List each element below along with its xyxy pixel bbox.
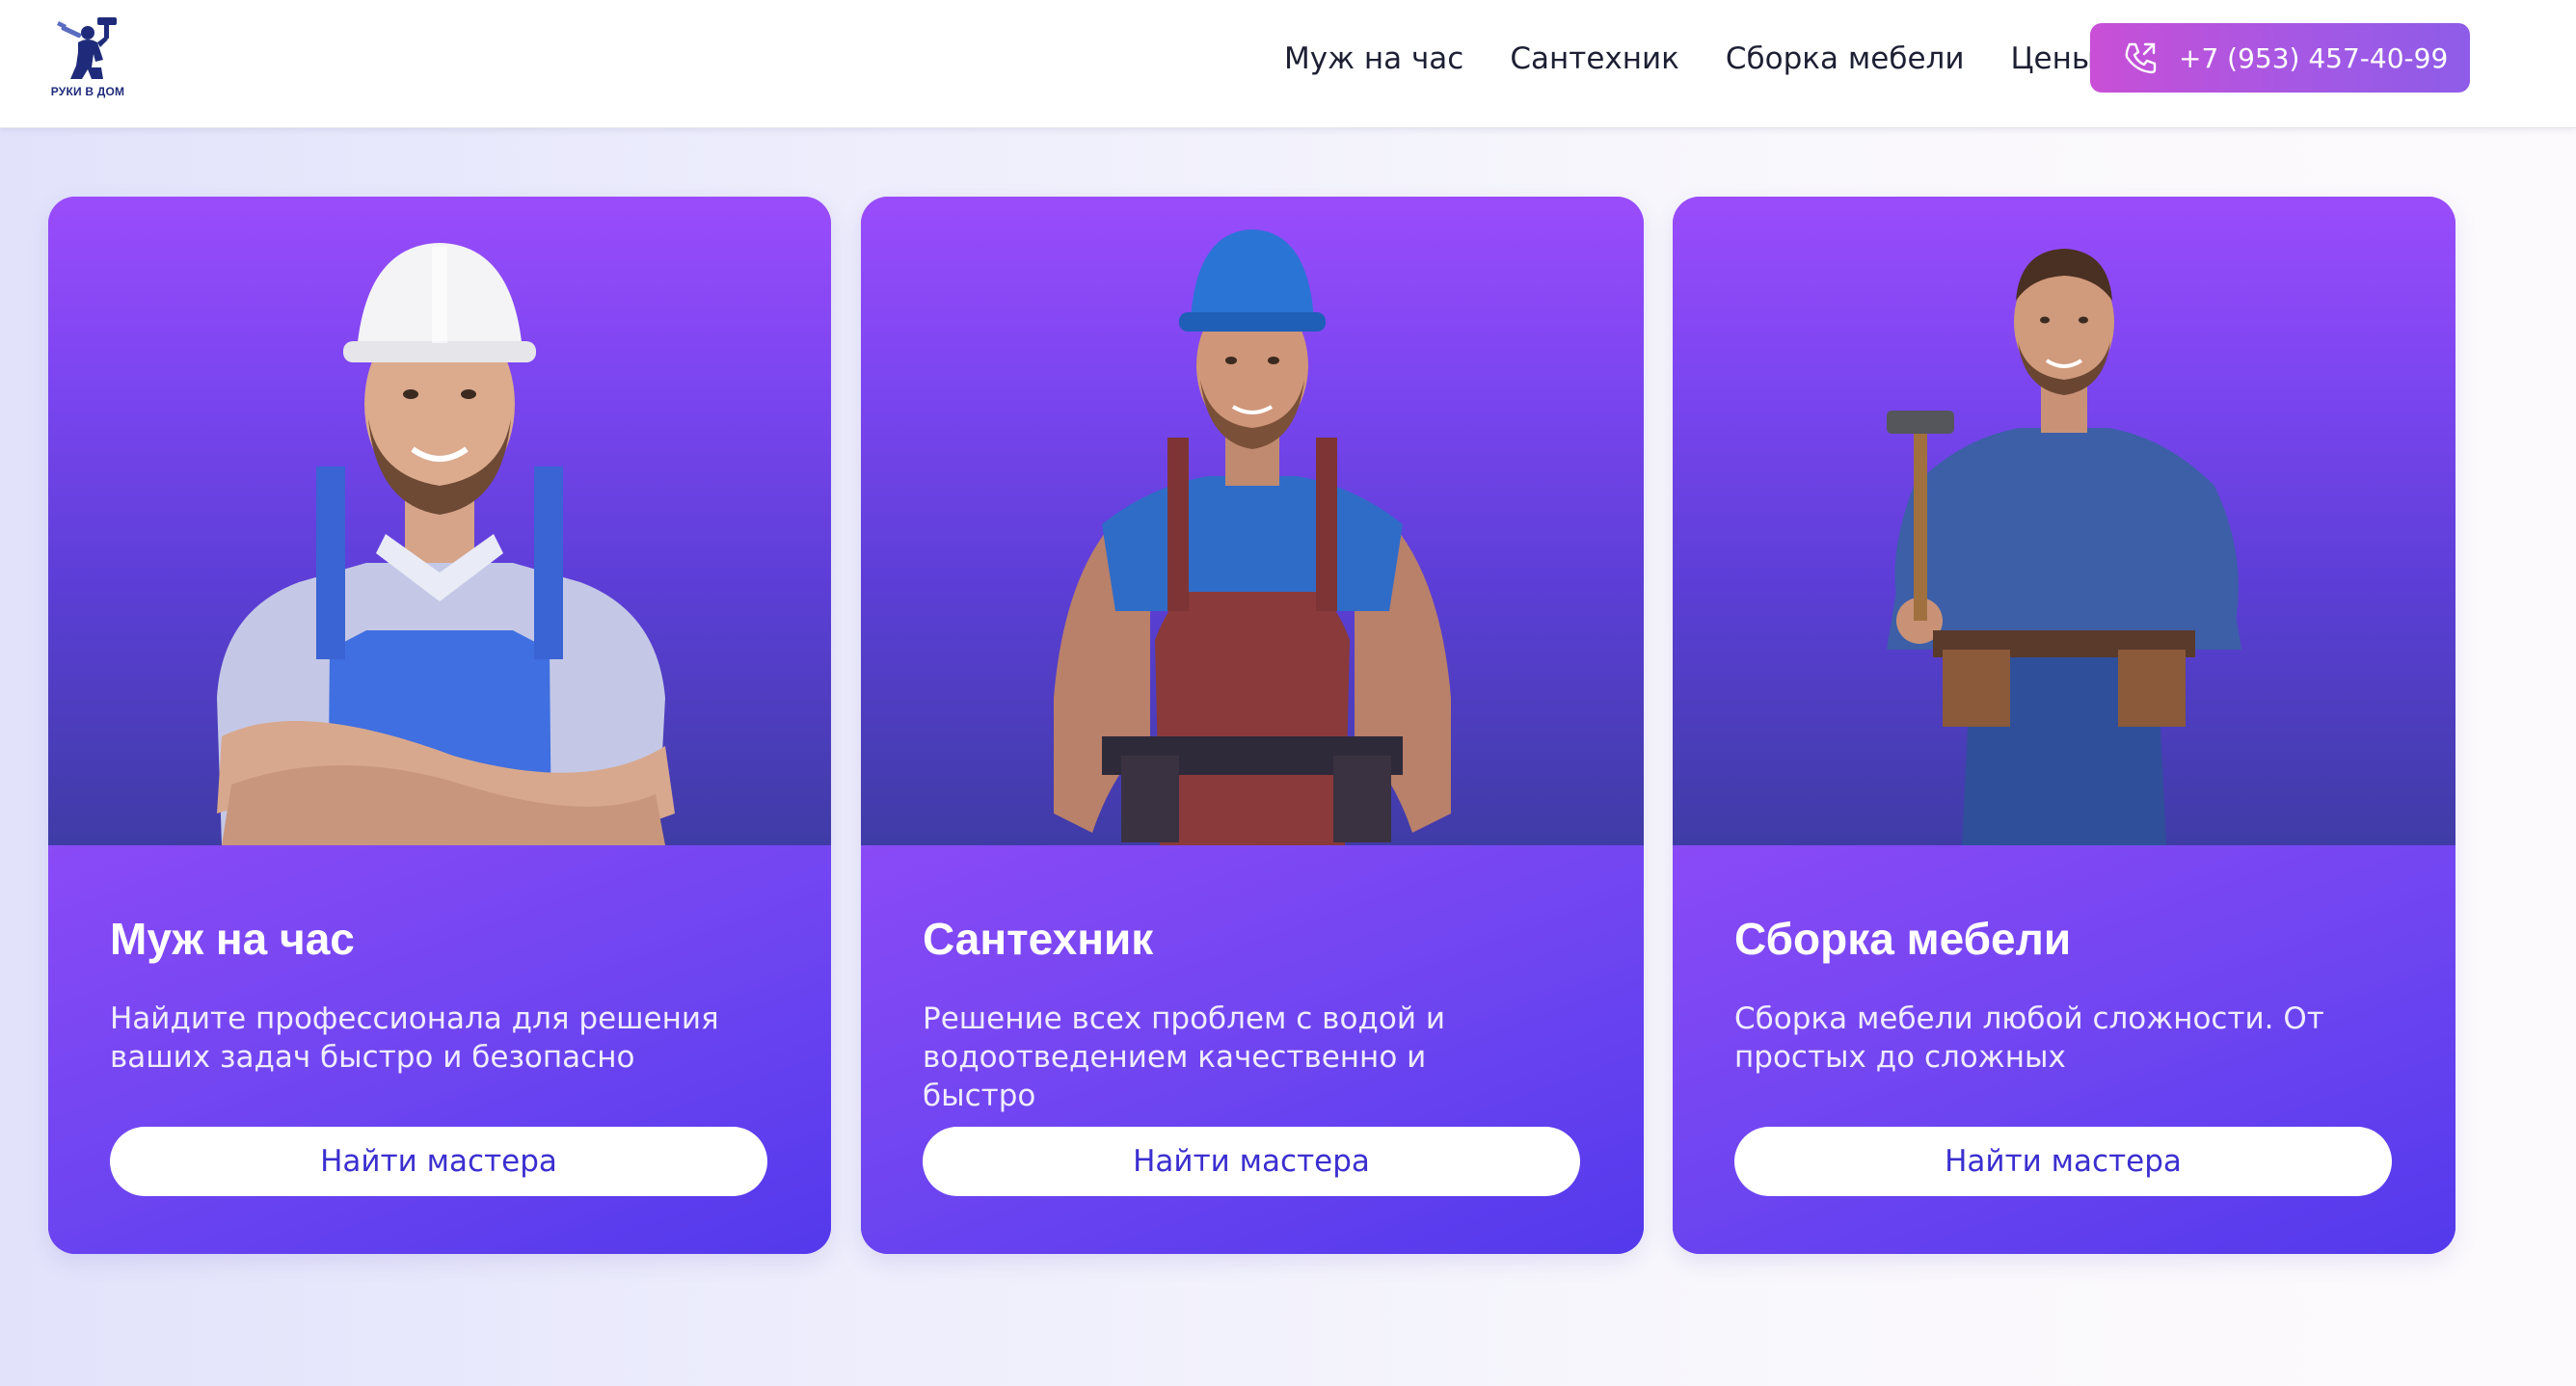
find-master-button[interactable]: Найти мастера [110, 1127, 767, 1196]
card-body: Муж на час Найдите профессионала для реш… [48, 845, 831, 1254]
site-header: РУКИ В ДОМ Муж на час Сантехник Сборка м… [0, 0, 2576, 128]
nav-item-furniture-assembly[interactable]: Сборка мебели [1726, 41, 1965, 76]
card-title: Муж на час [110, 914, 355, 964]
logo[interactable]: РУКИ В ДОМ [42, 13, 133, 102]
service-card-plumber: Сантехник Решение всех проблем с водой и… [861, 197, 1644, 1254]
card-title: Сборка мебели [1734, 914, 2072, 964]
card-description: Решение всех проблем с водой и водоотвед… [923, 1001, 1445, 1113]
service-card-furniture-assembly: Сборка мебели Сборка мебели любой сложно… [1673, 197, 2455, 1254]
find-master-button[interactable]: Найти мастера [1734, 1127, 2392, 1196]
nav-item-husband-for-hour[interactable]: Муж на час [1284, 41, 1463, 76]
nav-item-plumber[interactable]: Сантехник [1510, 41, 1679, 76]
card-description: Сборка мебели любой сложности. От просты… [1734, 1001, 2324, 1075]
card-title: Сантехник [923, 914, 1154, 964]
handyman-logo-icon [57, 17, 117, 79]
nav-item-prices[interactable]: Цены [2010, 41, 2095, 76]
phone-icon [2125, 42, 2157, 74]
service-card-husband-for-hour: Муж на час Найдите профессионала для реш… [48, 197, 831, 1254]
main-nav: Муж на час Сантехник Сборка мебели Цены [1284, 35, 2141, 83]
card-body: Сантехник Решение всех проблем с водой и… [861, 845, 1644, 1254]
phone-number: +7 (953) 457-40-99 [2179, 41, 2449, 74]
handyman-white-helmet-photo [48, 197, 831, 845]
plumber-blue-helmet-photo [861, 197, 1644, 845]
find-master-button[interactable]: Найти мастера [923, 1127, 1580, 1196]
logo-text: РУКИ В ДОМ [50, 85, 125, 98]
card-description: Найдите профессионала для решения ваших … [110, 1001, 719, 1075]
card-body: Сборка мебели Сборка мебели любой сложно… [1673, 845, 2455, 1254]
furniture-assembler-hammer-photo [1673, 197, 2455, 845]
phone-button[interactable]: +7 (953) 457-40-99 [2090, 23, 2470, 93]
